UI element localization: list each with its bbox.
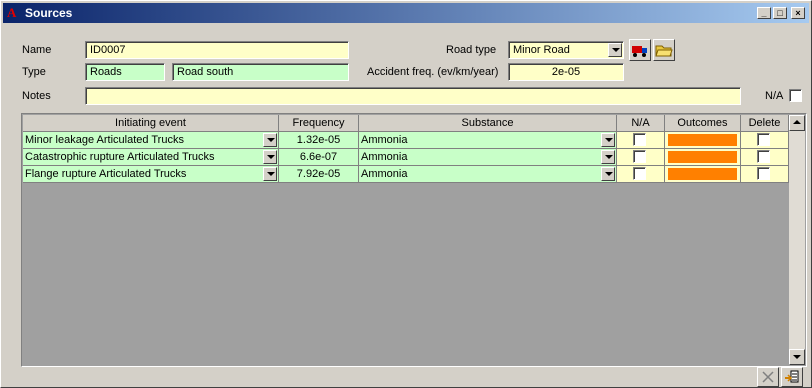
type-field[interactable]: Roads bbox=[85, 63, 165, 81]
apply-button[interactable] bbox=[781, 367, 803, 387]
outcomes-swatch[interactable] bbox=[668, 168, 737, 180]
table-row-outcomes-cell[interactable] bbox=[665, 149, 741, 166]
name-field[interactable]: ID0007 bbox=[85, 41, 349, 59]
table-row-frequency[interactable]: 7.92e-05 bbox=[279, 166, 359, 183]
row-na-checkbox[interactable] bbox=[633, 150, 646, 163]
close-icon bbox=[762, 371, 774, 383]
insert-row-icon bbox=[785, 370, 799, 383]
type-detail-field[interactable]: Road south bbox=[172, 63, 349, 81]
col-header-delete[interactable]: Delete bbox=[741, 115, 789, 132]
col-header-na[interactable]: N/A bbox=[617, 115, 665, 132]
sources-window: A Sources _ □ × Name ID0007 Road type Mi… bbox=[0, 0, 812, 388]
chevron-down-icon[interactable] bbox=[608, 43, 622, 57]
table-row-frequency[interactable]: 1.32e-05 bbox=[279, 132, 359, 149]
table-row-substance[interactable]: Ammonia bbox=[359, 132, 617, 149]
na-checkbox[interactable] bbox=[789, 89, 802, 102]
cancel-x-button[interactable] bbox=[757, 367, 779, 387]
table-row-delete-cell bbox=[741, 132, 789, 149]
table-row-event[interactable]: Catastrophic rupture Articulated Trucks bbox=[23, 149, 279, 166]
table-row-event[interactable]: Flange rupture Articulated Trucks bbox=[23, 166, 279, 183]
chevron-down-icon[interactable] bbox=[263, 150, 277, 164]
type-label: Type bbox=[22, 66, 46, 78]
road-type-value: Minor Road bbox=[513, 44, 570, 56]
row-delete-checkbox[interactable] bbox=[757, 150, 770, 163]
table-row-event[interactable]: Minor leakage Articulated Trucks bbox=[23, 132, 279, 149]
accident-freq-field[interactable]: 2e-05 bbox=[508, 63, 624, 81]
road-type-select[interactable]: Minor Road bbox=[508, 41, 624, 59]
row-delete-checkbox[interactable] bbox=[757, 133, 770, 146]
substance-value: Ammonia bbox=[361, 168, 408, 180]
row-delete-checkbox[interactable] bbox=[757, 167, 770, 180]
grid-body: Initiating event Frequency Substance N/A… bbox=[23, 115, 789, 365]
event-value: Minor leakage Articulated Trucks bbox=[25, 134, 184, 146]
na-label: N/A bbox=[765, 90, 784, 102]
table-row-na-cell bbox=[617, 166, 665, 183]
title-bar[interactable]: A Sources _ □ × bbox=[3, 3, 809, 23]
table-row-substance[interactable]: Ammonia bbox=[359, 166, 617, 183]
notes-field[interactable] bbox=[85, 87, 741, 105]
table-row-frequency[interactable]: 6.6e-07 bbox=[279, 149, 359, 166]
maximize-button[interactable]: □ bbox=[773, 7, 787, 19]
table-row-na-cell bbox=[617, 149, 665, 166]
accident-freq-label: Accident freq. (ev/km/year) bbox=[367, 66, 499, 78]
event-value: Flange rupture Articulated Trucks bbox=[25, 168, 187, 180]
col-header-substance[interactable]: Substance bbox=[359, 115, 617, 132]
events-grid: Initiating event Frequency Substance N/A… bbox=[21, 113, 807, 367]
substance-value: Ammonia bbox=[361, 151, 408, 163]
name-label: Name bbox=[22, 44, 52, 56]
truck-icon bbox=[632, 46, 647, 57]
open-folder-icon bbox=[655, 45, 673, 57]
chevron-down-icon[interactable] bbox=[601, 167, 615, 181]
vertical-scrollbar[interactable] bbox=[789, 115, 805, 365]
event-value: Catastrophic rupture Articulated Trucks bbox=[25, 151, 215, 163]
table-row-outcomes-cell[interactable] bbox=[665, 166, 741, 183]
row-na-checkbox[interactable] bbox=[633, 167, 646, 180]
outcomes-swatch[interactable] bbox=[668, 151, 737, 163]
table-row-outcomes-cell[interactable] bbox=[665, 132, 741, 149]
scroll-up-icon[interactable] bbox=[789, 115, 805, 131]
truck-icon-button[interactable] bbox=[629, 39, 651, 61]
chevron-down-icon[interactable] bbox=[601, 133, 615, 147]
close-button[interactable]: × bbox=[791, 7, 805, 19]
table-row-na-cell bbox=[617, 132, 665, 149]
open-folder-icon-button[interactable] bbox=[653, 39, 675, 61]
row-na-checkbox[interactable] bbox=[633, 133, 646, 146]
col-header-frequency[interactable]: Frequency bbox=[279, 115, 359, 132]
notes-label: Notes bbox=[22, 90, 51, 102]
minimize-button[interactable]: _ bbox=[757, 7, 771, 19]
outcomes-swatch[interactable] bbox=[668, 134, 737, 146]
col-header-outcomes[interactable]: Outcomes bbox=[665, 115, 741, 132]
table-row-substance[interactable]: Ammonia bbox=[359, 149, 617, 166]
app-logo-icon: A bbox=[7, 5, 17, 20]
table-row-delete-cell bbox=[741, 166, 789, 183]
window-title: Sources bbox=[25, 6, 73, 20]
scroll-down-icon[interactable] bbox=[789, 349, 805, 365]
chevron-down-icon[interactable] bbox=[263, 167, 277, 181]
col-header-initiating-event[interactable]: Initiating event bbox=[23, 115, 279, 132]
substance-value: Ammonia bbox=[361, 134, 408, 146]
chevron-down-icon[interactable] bbox=[263, 133, 277, 147]
table-row-delete-cell bbox=[741, 149, 789, 166]
road-type-label: Road type bbox=[446, 44, 497, 56]
chevron-down-icon[interactable] bbox=[601, 150, 615, 164]
